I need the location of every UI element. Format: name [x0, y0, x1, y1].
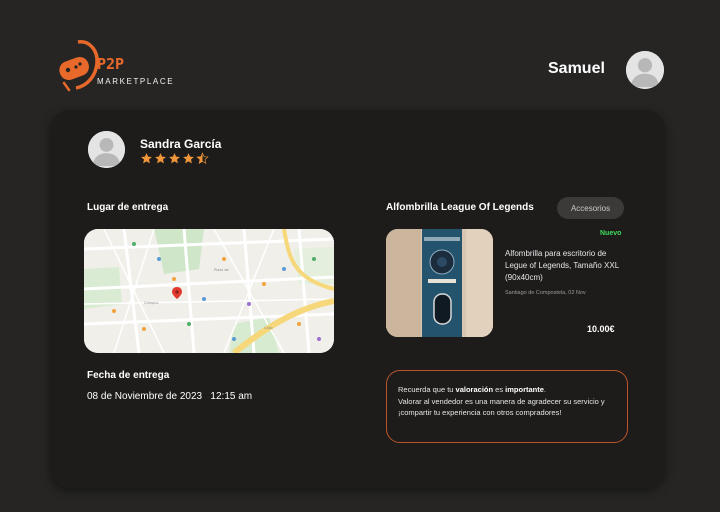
product-location-date: Santiago de Compostela, 02 Nov: [505, 290, 586, 296]
star-icon: [141, 153, 152, 164]
product-title[interactable]: Alfombrilla League Of Legends: [386, 202, 534, 213]
category-badge[interactable]: Accesorios: [557, 197, 624, 219]
condition-badge: Nuevo: [600, 230, 622, 237]
svg-text:Calle: Calle: [264, 326, 273, 330]
notice-text-body: Valorar al vendedor es una manera de agr…: [398, 396, 605, 418]
star-icon: [183, 153, 194, 164]
logo-wordmark: P2P: [97, 55, 125, 73]
notice-text-3: .: [543, 385, 547, 394]
product-price: 10.00€: [587, 324, 615, 334]
seller-avatar[interactable]: [88, 131, 125, 168]
notice-bold-important: importante: [505, 385, 544, 394]
delivery-date-label: Fecha de entrega: [87, 370, 170, 381]
seller-rating: [140, 152, 209, 165]
user-avatar[interactable]: [626, 51, 664, 89]
rating-reminder-notice: Recuerda que tu valoración es importante…: [386, 370, 628, 443]
star-icon: [155, 153, 166, 164]
brand-logo[interactable]: P2P MARKETPLACE: [56, 38, 186, 96]
user-avatar-icon: [626, 51, 664, 89]
user-avatar-icon: [88, 131, 125, 168]
svg-text:Campus: Campus: [144, 301, 158, 305]
delivery-place-label: Lugar de entrega: [87, 202, 169, 213]
delivery-date-value: 08 de Noviembre de 2023 12:15 am: [87, 391, 253, 402]
notice-text-1: Recuerda que tu: [398, 385, 456, 394]
product-description: Alfombrilla para escritorio de Legue of …: [505, 249, 619, 282]
current-user-name: Samuel: [548, 60, 605, 77]
star-half-icon: [196, 152, 209, 164]
notice-bold-rating: valoración: [455, 385, 494, 394]
logo-subtitle: MARKETPLACE: [97, 77, 175, 86]
notice-text-2: es: [493, 385, 506, 394]
delivery-map[interactable]: Plaza de Campus Calle: [84, 229, 334, 353]
svg-text:Plaza de: Plaza de: [214, 268, 229, 272]
product-image[interactable]: [386, 229, 493, 337]
star-icon: [169, 153, 180, 164]
seller-name[interactable]: Sandra García: [140, 137, 221, 151]
